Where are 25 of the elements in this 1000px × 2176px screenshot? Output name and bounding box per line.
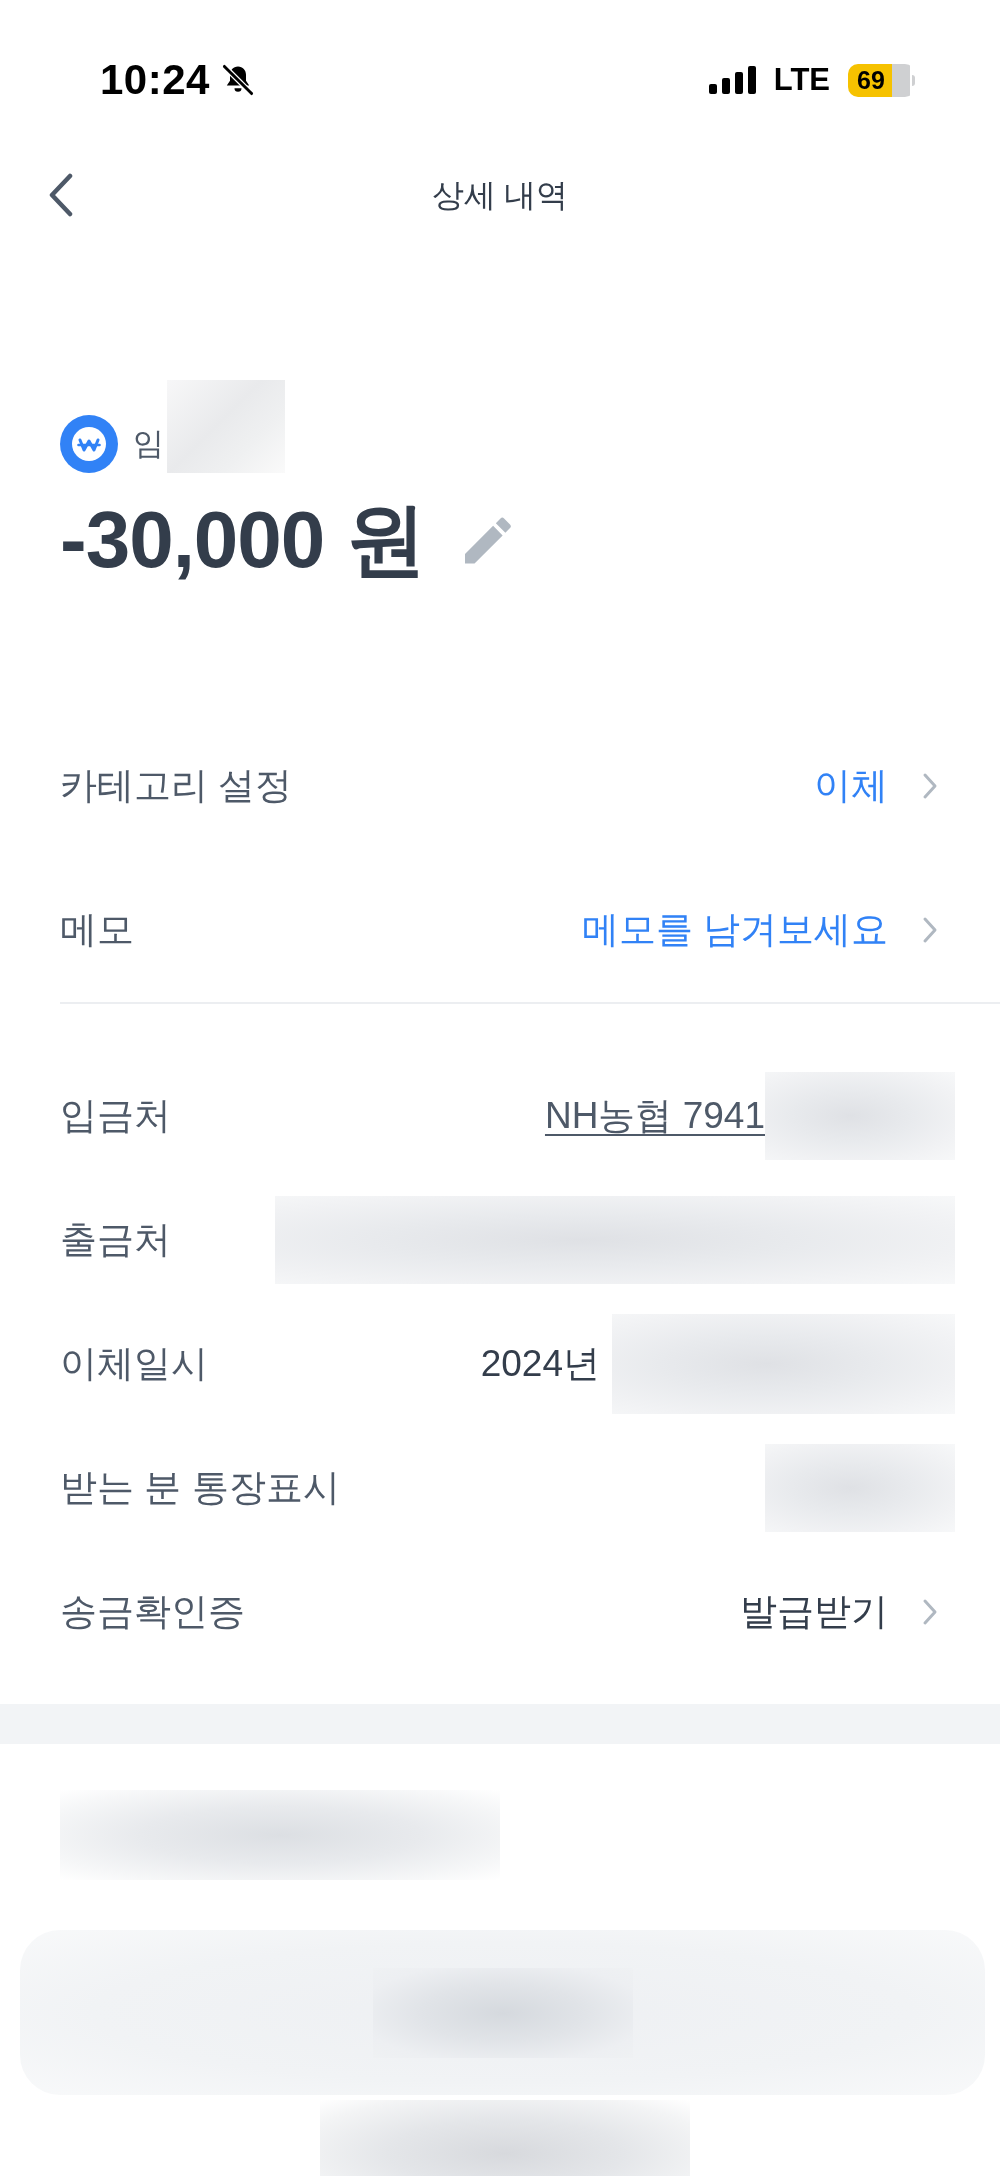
account-holder-name: 임 — [133, 425, 164, 463]
chevron-right-icon — [922, 1598, 938, 1626]
row-label: 받는 분 통장표시 — [60, 1466, 340, 1510]
row-label: 메모 — [60, 908, 134, 952]
row-label: 출금처 — [60, 1218, 171, 1262]
row-label: 송금확인증 — [60, 1590, 245, 1634]
network-label: LTE — [773, 61, 830, 99]
row-label: 입금처 — [60, 1094, 171, 1138]
row-label: 이체일시 — [60, 1342, 208, 1386]
chevron-right-icon — [922, 916, 938, 944]
status-time: 10:24 — [100, 55, 210, 105]
signal-icon — [708, 66, 756, 94]
chevron-right-icon — [922, 772, 938, 800]
chevron-left-icon — [48, 173, 74, 217]
row-label: 카테고리 설정 — [60, 764, 293, 808]
battery-indicator: 69 — [848, 63, 915, 97]
value-link[interactable]: 발급받기 — [740, 1588, 888, 1636]
value-link[interactable]: 메모를 남겨보세요 — [581, 906, 888, 954]
value-link[interactable]: 이체 — [814, 762, 888, 810]
row-value: 2024년 — [480, 1342, 600, 1386]
bell-off-icon — [221, 64, 254, 96]
page-title: 상세 내역 — [431, 176, 569, 215]
account-link[interactable]: NH농협 7941 — [544, 1092, 765, 1140]
won-coin-icon — [60, 415, 118, 473]
amount: -30,000 원 — [60, 494, 425, 586]
